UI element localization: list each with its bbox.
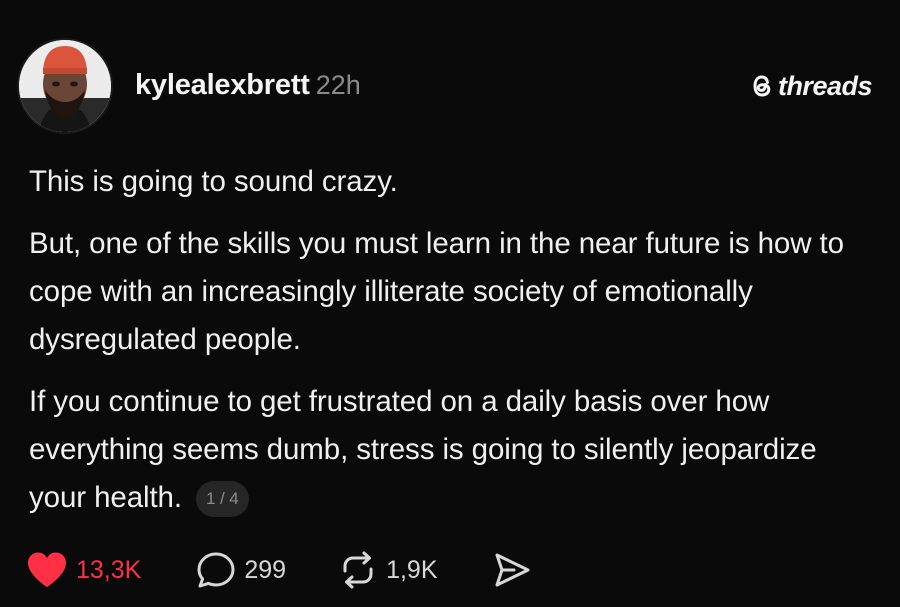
post-header: kylealexbrett 22h (135, 68, 361, 102)
reply-button[interactable]: 299 (196, 551, 286, 589)
post-actions: 13,3K 299 1,9K (26, 546, 532, 594)
repost-icon (343, 551, 373, 589)
post-body: This is going to sound crazy. But, one o… (29, 158, 879, 536)
threads-logo-icon (753, 75, 771, 97)
repost-button[interactable]: 1,9K (338, 551, 438, 589)
comment-bubble-icon (197, 552, 235, 588)
repost-count: 1,9K (386, 555, 438, 584)
author-username[interactable]: kylealexbrett (135, 69, 310, 101)
reply-count: 299 (244, 555, 287, 584)
author-avatar[interactable] (19, 40, 111, 132)
share-button[interactable] (492, 551, 532, 589)
post-paragraph: But, one of the skills you must learn in… (29, 227, 844, 356)
post-paragraph-last: If you continue to get frustrated on a d… (29, 378, 879, 522)
heart-icon (28, 552, 66, 587)
post-paragraph-text: If you continue to get frustrated on a d… (29, 385, 817, 514)
threads-post: kylealexbrett 22h threads This is going t… (0, 0, 900, 607)
thread-page-indicator: 1 / 4 (195, 481, 249, 517)
like-count: 13,3K (76, 555, 142, 584)
like-button[interactable]: 13,3K (26, 551, 141, 589)
send-icon (495, 553, 529, 587)
post-paragraph: This is going to sound crazy. (29, 165, 398, 198)
threads-brand: threads (750, 70, 873, 102)
threads-wordmark: threads (777, 70, 873, 101)
avatar-image (19, 40, 111, 132)
post-timestamp: 22h (315, 70, 361, 100)
